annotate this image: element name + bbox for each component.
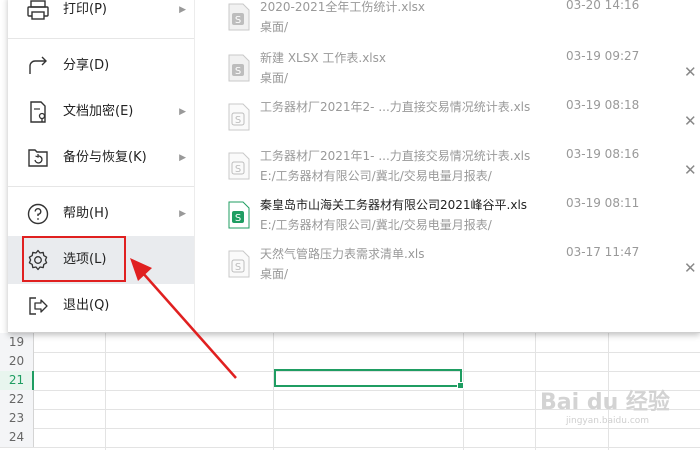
spreadsheet-file-outline-icon: S xyxy=(228,250,250,278)
spreadsheet-file-gray-icon: S xyxy=(228,54,250,82)
menu-item-options[interactable]: 选项(L) xyxy=(8,236,194,284)
menu-item-print[interactable]: 打印(P) ▶ xyxy=(8,0,194,34)
spreadsheet-file-green-icon: S xyxy=(228,201,250,229)
backup-restore-icon xyxy=(28,149,48,167)
submenu-arrow-icon: ▶ xyxy=(179,5,186,15)
file-date: 03-20 14:16 xyxy=(566,0,640,12)
file-date: 03-19 08:18 xyxy=(566,98,640,112)
recent-file-item[interactable]: S 天然气管路压力表需求清单.xls 桌面/ 03-17 11:47 ✕ xyxy=(202,243,700,291)
file-date: 03-19 08:16 xyxy=(566,147,640,161)
file-name: 2020-2021全年工伤统计.xlsx xyxy=(260,0,426,14)
recent-file-item[interactable]: S 工务器材厂2021年2- ...力直接交易情况统计表.xls 03-19 0… xyxy=(202,96,700,144)
sheet-row[interactable]: 24 xyxy=(0,428,700,448)
row-number[interactable]: 23 xyxy=(0,409,34,428)
file-name: 秦皇岛市山海关工务器材有限公司2021峰谷平.xls xyxy=(260,198,528,212)
menu-item-label: 分享(D) xyxy=(63,58,110,73)
menu-item-backup[interactable]: 备份与恢复(K) ▶ xyxy=(8,134,194,182)
file-path: 桌面/ xyxy=(260,71,289,85)
remove-file-close-icon[interactable]: ✕ xyxy=(684,161,697,179)
menu-divider xyxy=(8,38,194,39)
menu-item-help[interactable]: 帮助(H) ▶ xyxy=(8,190,194,238)
menu-item-label: 备份与恢复(K) xyxy=(63,150,147,165)
spreadsheet-file-outline-icon: S xyxy=(228,152,250,180)
menu-item-encrypt[interactable]: 文档加密(E) ▶ xyxy=(8,88,194,136)
watermark-logo: Bai du 经验 xyxy=(540,390,670,415)
file-name: 天然气管路压力表需求清单.xls xyxy=(260,247,425,261)
recent-file-item[interactable]: S 2020-2021全年工伤统计.xlsx 桌面/ 03-20 14:16 xyxy=(202,0,700,44)
row-number-active[interactable]: 21 xyxy=(0,371,34,390)
recent-file-item[interactable]: S 新建 XLSX 工作表.xlsx 桌面/ 03-19 09:27 ✕ xyxy=(202,47,700,95)
row-number[interactable]: 22 xyxy=(0,390,34,409)
sheet-row[interactable]: 19 xyxy=(0,333,700,353)
file-path: 桌面/ xyxy=(260,20,289,34)
submenu-arrow-icon: ▶ xyxy=(179,153,186,163)
menu-item-label: 选项(L) xyxy=(63,252,107,267)
file-date: 03-19 08:11 xyxy=(566,196,640,210)
submenu-arrow-icon: ▶ xyxy=(179,107,186,117)
file-path: E:/工务器材有限公司/冀北/交易电量月报表/ xyxy=(260,218,492,232)
menu-divider xyxy=(8,186,194,187)
svg-text:S: S xyxy=(235,15,241,26)
file-menu: 打印(P) ▶ 分享(D) 文档加密(E) ▶ 备份与恢复(K) ▶ 帮助(H)… xyxy=(8,0,195,332)
printer-icon xyxy=(27,0,49,20)
selected-cell[interactable] xyxy=(274,369,464,389)
svg-text:S: S xyxy=(235,213,241,224)
file-date: 03-19 09:27 xyxy=(566,49,640,63)
menu-item-exit[interactable]: 退出(Q) xyxy=(8,282,194,330)
remove-file-close-icon[interactable]: ✕ xyxy=(684,63,697,81)
recent-file-item[interactable]: S 秦皇岛市山海关工务器材有限公司2021峰谷平.xls E:/工务器材有限公司… xyxy=(202,194,700,242)
share-icon xyxy=(29,56,47,74)
spreadsheet-file-gray-icon: S xyxy=(228,3,250,31)
file-date: 03-17 11:47 xyxy=(566,245,640,259)
svg-text:S: S xyxy=(235,115,241,126)
recent-file-item[interactable]: S 工务器材厂2021年1- ...力直接交易情况统计表.xls E:/工务器材… xyxy=(202,145,700,193)
menu-item-share[interactable]: 分享(D) xyxy=(8,42,194,90)
menu-item-label: 打印(P) xyxy=(63,2,107,17)
file-name: 工务器材厂2021年1- ...力直接交易情况统计表.xls xyxy=(260,149,531,163)
file-menu-panel: 打印(P) ▶ 分享(D) 文档加密(E) ▶ 备份与恢复(K) ▶ 帮助(H)… xyxy=(8,0,700,333)
watermark-url: jingyan.baidu.com xyxy=(566,416,650,426)
file-name: 新建 XLSX 工作表.xlsx xyxy=(260,51,386,65)
row-number[interactable]: 24 xyxy=(0,428,34,447)
svg-text:S: S xyxy=(235,164,241,175)
menu-item-label: 帮助(H) xyxy=(63,206,109,221)
file-path: E:/工务器材有限公司/冀北/交易电量月报表/ xyxy=(260,169,492,183)
svg-text:S: S xyxy=(235,66,241,77)
submenu-arrow-icon: ▶ xyxy=(179,209,186,219)
spreadsheet-file-outline-icon: S xyxy=(228,103,250,131)
gear-icon xyxy=(28,249,48,271)
help-icon xyxy=(27,203,49,225)
file-path: 桌面/ xyxy=(260,267,289,281)
recent-files-list: S 2020-2021全年工伤统计.xlsx 桌面/ 03-20 14:16 S… xyxy=(202,0,700,332)
row-number[interactable]: 19 xyxy=(0,333,34,352)
document-lock-icon xyxy=(30,101,46,123)
menu-item-label: 文档加密(E) xyxy=(63,104,134,119)
exit-icon xyxy=(29,297,48,315)
svg-text:S: S xyxy=(235,262,241,273)
remove-file-close-icon[interactable]: ✕ xyxy=(684,259,697,277)
remove-file-close-icon[interactable]: ✕ xyxy=(684,112,697,130)
menu-item-label: 退出(Q) xyxy=(63,298,110,313)
file-name: 工务器材厂2021年2- ...力直接交易情况统计表.xls xyxy=(260,100,531,114)
row-number[interactable]: 20 xyxy=(0,352,34,371)
